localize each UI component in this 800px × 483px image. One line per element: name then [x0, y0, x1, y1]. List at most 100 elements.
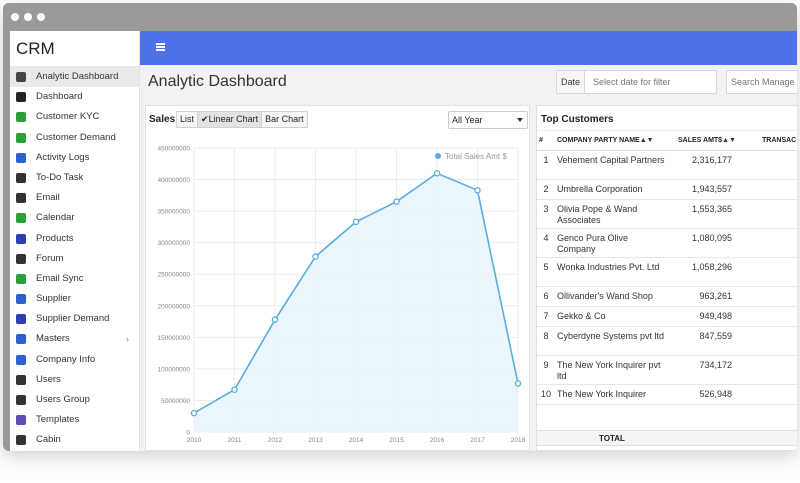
- column-header-label: SALES AMT$: [678, 137, 723, 144]
- menu-toggle-icon[interactable]: [156, 43, 165, 51]
- sidebar-item-to-do-task[interactable]: To-Do Task: [10, 168, 139, 188]
- row-number: 7: [537, 306, 555, 327]
- table-row[interactable]: 7 Gekko & Co 949,498: [537, 306, 797, 327]
- brand-logo[interactable]: CRM: [10, 31, 139, 67]
- y-tick-label: 100000000: [157, 366, 190, 373]
- row-number: 6: [537, 286, 555, 307]
- data-point: [514, 380, 522, 387]
- table-row[interactable]: 2 Umbrella Corporation 1,943,557: [537, 179, 797, 200]
- column-header-transactions[interactable]: TRANSAC: [738, 130, 797, 151]
- data-point: [312, 253, 319, 260]
- company-name: Wonka Industries Pvt. Ltd: [555, 257, 668, 287]
- table-row[interactable]: 8 Cyberdyne Systems pvt ltd 847,559: [537, 326, 797, 356]
- x-tick-label: 2015: [389, 437, 404, 444]
- table-row[interactable]: 4 Genco Pura Olive Company 1,080,095: [537, 228, 797, 258]
- sidebar-item-users[interactable]: Users: [10, 370, 139, 390]
- x-tick-label: 2011: [228, 437, 242, 444]
- x-tick-label: 2017: [470, 437, 485, 444]
- sidebar-item-email[interactable]: Email: [10, 188, 139, 208]
- sidebar-item-analytic-dashboard[interactable]: Analytic Dashboard: [10, 67, 139, 88]
- caret-down-icon: [517, 118, 523, 122]
- y-tick-label: 250000000: [157, 272, 190, 279]
- transactions-cell: [738, 228, 797, 258]
- sidebar-item-label: Email: [36, 192, 60, 204]
- sidebar-item-label: Company Info: [36, 353, 96, 365]
- table-row[interactable]: 10 The New York Inquirer 526,948: [537, 384, 797, 405]
- email-icon: [16, 193, 26, 204]
- sidebar-item-templates[interactable]: Templates: [10, 410, 139, 430]
- column-header-label: COMPANY PARTY NAME: [557, 137, 640, 144]
- dashboard-icon: [16, 72, 26, 82]
- x-tick-label: 2010: [187, 437, 202, 444]
- layers-icon: [16, 334, 26, 345]
- column-header-company[interactable]: COMPANY PARTY NAME▲▼: [555, 130, 668, 151]
- row-number: 10: [537, 384, 555, 405]
- sidebar-item-label: Customer Demand: [36, 131, 116, 143]
- sidebar-item-products[interactable]: Products: [10, 229, 139, 249]
- bar-chart-button[interactable]: Bar Chart: [261, 111, 308, 128]
- linear-chart-button[interactable]: ✔Linear Chart: [197, 111, 263, 128]
- window-dot-icon[interactable]: [11, 13, 19, 21]
- year-select[interactable]: All Year: [448, 111, 528, 129]
- truck-icon: [16, 294, 26, 305]
- sidebar-item-users-group[interactable]: Users Group: [10, 390, 139, 410]
- y-tick-label: 300000000: [157, 240, 190, 247]
- forum-icon: [16, 253, 26, 264]
- check-icon: ✔: [201, 114, 209, 124]
- transactions-cell: [738, 384, 797, 405]
- users-group-icon: [16, 395, 26, 405]
- sales-amount: 1,080,095: [668, 228, 738, 258]
- sidebar-item-calendar[interactable]: Calendar: [10, 208, 139, 228]
- crm-app: CRM Analytic Dashboard Dashboard Customer …: [10, 31, 797, 451]
- demand-icon: [16, 132, 26, 143]
- x-tick-label: 2014: [349, 437, 364, 444]
- window-dot-icon[interactable]: [24, 13, 32, 21]
- total-label: TOTAL: [599, 434, 625, 443]
- sidebar-item-label: To-Do Task: [36, 171, 84, 183]
- templates-icon: [16, 415, 26, 426]
- table-row[interactable]: 6 Ollivander's Wand Shop 963,261: [537, 286, 797, 307]
- window-titlebar: [3, 3, 797, 31]
- sales-amount: 963,261: [668, 286, 738, 307]
- info-icon: [16, 354, 26, 365]
- top-customers-title: Top Customers: [541, 114, 614, 125]
- sidebar-item-supplier[interactable]: Supplier: [10, 289, 139, 309]
- sidebar-item-customer-kyc[interactable]: Customer KYC: [10, 107, 139, 127]
- table-row[interactable]: 5 Wonka Industries Pvt. Ltd 1,058,296: [537, 257, 797, 287]
- table-row[interactable]: 1 Vehement Capital Partners 2,316,177: [537, 150, 797, 180]
- sidebar-item-customer-demand[interactable]: Customer Demand: [10, 128, 139, 148]
- search-input[interactable]: [727, 71, 797, 93]
- legend-label: Total Sales Amt $: [445, 152, 507, 161]
- transactions-cell: [738, 306, 797, 327]
- x-tick-label: 2018: [511, 437, 526, 444]
- table-row[interactable]: 3 Olivia Pope & Wand Associates 1,553,365: [537, 199, 797, 229]
- transactions-cell: [738, 257, 797, 287]
- window-dot-icon[interactable]: [37, 13, 45, 21]
- sidebar-item-activity-logs[interactable]: Activity Logs: [10, 148, 139, 168]
- sidebar-item-email-sync[interactable]: Email Sync: [10, 269, 139, 289]
- list-view-button[interactable]: List: [176, 111, 199, 128]
- y-tick-label: 50000000: [161, 398, 190, 405]
- sidebar-item-label: Customer KYC: [36, 111, 100, 123]
- sales-title: Sales: [149, 114, 176, 125]
- main-content: Analytic Dashboard Date Sales List ✔Line…: [140, 65, 797, 451]
- sidebar-item-forum[interactable]: Forum: [10, 249, 139, 269]
- sidebar-item-cabin[interactable]: Cabin: [10, 430, 139, 450]
- sidebar-item-dashboard[interactable]: Dashboard: [10, 87, 139, 107]
- sidebar-item-supplier-demand[interactable]: Supplier Demand: [10, 309, 139, 329]
- sales-panel: Sales List ✔Linear Chart Bar Chart All Y…: [145, 105, 530, 451]
- date-filter-input[interactable]: [587, 72, 715, 92]
- sort-icon[interactable]: ▲▼: [640, 137, 654, 144]
- data-point: [433, 169, 441, 177]
- transactions-cell: [738, 179, 797, 200]
- column-header-sales[interactable]: SALES AMT$▲▼: [668, 130, 738, 151]
- company-name: Ollivander's Wand Shop: [555, 286, 668, 307]
- sidebar-item-masters[interactable]: Masters ›: [10, 329, 139, 349]
- transactions-cell: [738, 199, 797, 229]
- sales-amount: 1,943,557: [668, 179, 738, 200]
- sidebar-item-company-info[interactable]: Company Info: [10, 350, 139, 370]
- sort-icon[interactable]: ▲▼: [722, 137, 736, 144]
- page-title: Analytic Dashboard: [148, 73, 287, 90]
- company-name: Umbrella Corporation: [555, 179, 668, 200]
- table-row[interactable]: 9 The New York Inquirer pvt ltd 734,172: [537, 355, 797, 385]
